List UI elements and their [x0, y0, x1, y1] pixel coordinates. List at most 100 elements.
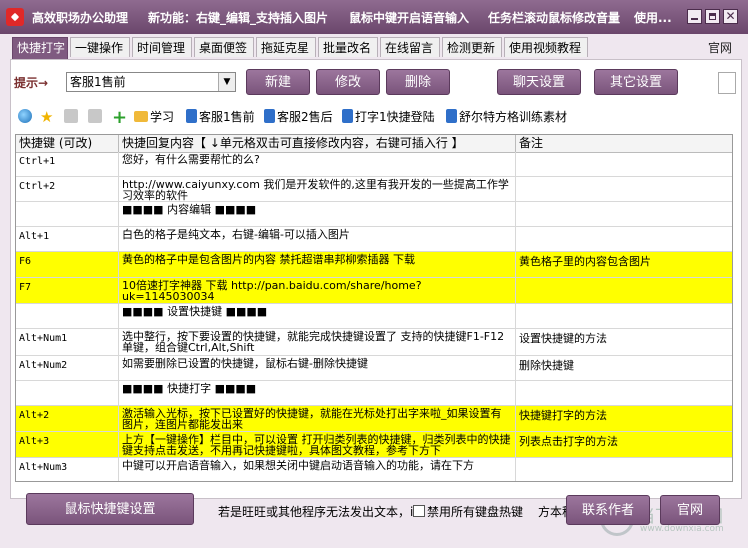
tab-time-management[interactable]: 时间管理: [132, 37, 192, 57]
close-icon[interactable]: ✕: [723, 9, 738, 24]
hotkey-cell[interactable]: [16, 304, 119, 328]
contact-author-button[interactable]: 联系作者: [566, 495, 650, 525]
note-cell[interactable]: [516, 227, 732, 251]
tab-online-message[interactable]: 在线留言: [380, 37, 440, 57]
hotkey-cell[interactable]: Alt+Num1: [16, 329, 119, 355]
table-row[interactable]: Ctrl+1 您好，有什么需要帮忙的么?: [16, 152, 732, 177]
table-row[interactable]: ■■■■ 内容编辑 ■■■■: [16, 202, 732, 227]
toolbar-item-schulte[interactable]: 舒尔特方格训练素材: [446, 108, 567, 126]
content-cell[interactable]: 10倍速打字神器 下载 http://pan.baidu.com/share/h…: [119, 278, 516, 303]
chevron-down-icon[interactable]: ▼: [218, 73, 235, 91]
hotkey-cell[interactable]: Alt+1: [16, 227, 119, 251]
globe-icon[interactable]: [18, 108, 34, 126]
note-cell[interactable]: [516, 278, 732, 303]
news-item-3[interactable]: 任务栏滚动鼠标修改音量: [488, 9, 620, 26]
toolbar-item-service1[interactable]: 客服1售前: [186, 108, 255, 126]
content-cell[interactable]: 黄色的格子中是包含图片的内容 禁托超谱串邦柳索插器 下载: [119, 252, 516, 277]
content-cell[interactable]: 中键可以开启语音输入，如果想关闭中键启动语音输入的功能，请在下方: [119, 458, 516, 481]
tab-desktop-notes[interactable]: 桌面便签: [194, 37, 254, 57]
other-settings-button[interactable]: 其它设置: [594, 69, 678, 95]
hotkey-cell[interactable]: Alt+Num3: [16, 458, 119, 481]
table-row[interactable]: F6 黄色的格子中是包含图片的内容 禁托超谱串邦柳索插器 下载 黄色格子里的内容包含…: [16, 252, 732, 278]
table-row[interactable]: Alt+Num2 如需要删除已设置的快捷键，鼠标右键-删除快捷键 删除快捷键: [16, 356, 732, 381]
note-cell[interactable]: 黄色格子里的内容包含图片: [516, 252, 732, 277]
book-icon: [342, 109, 353, 123]
table-row[interactable]: Alt+1 白色的格子是纯文本，右键-编辑-可以插入图片: [16, 227, 732, 252]
edit-button[interactable]: 修改: [316, 69, 380, 95]
note-cell[interactable]: 列表点击打字的方法: [516, 432, 732, 457]
table-header: 快捷键 (可改) 快捷回复内容【 ↓单元格双击可直接修改内容，右键可插入行 】 …: [16, 135, 732, 153]
table-row[interactable]: ■■■■ 设置快捷键 ■■■■: [16, 304, 732, 329]
tab-one-click[interactable]: 一键操作: [70, 37, 130, 57]
content-cell[interactable]: 上方【一键操作】栏目中，可以设置 打开归类列表的快捷键，归类列表中的快捷键支持点…: [119, 432, 516, 457]
tab-batch-rename[interactable]: 批量改名: [318, 37, 378, 57]
table-row[interactable]: Alt+Num1 选中整行，按下要设置的快捷键，就能完成快捷键设置了 支持的快捷键…: [16, 329, 732, 356]
official-site-button[interactable]: 官网: [660, 495, 720, 525]
bottom-info-text: 若是旺旺或其他程序无法发出文本，i: [218, 505, 414, 519]
hotkey-cell[interactable]: Alt+3: [16, 432, 119, 457]
hotkey-cell[interactable]: Alt+2: [16, 406, 119, 431]
minimize-icon[interactable]: [687, 9, 702, 24]
note-cell[interactable]: 快捷键打字的方法: [516, 406, 732, 431]
checkbox-icon[interactable]: [413, 505, 425, 517]
note-cell[interactable]: [516, 304, 732, 328]
table-row[interactable]: ■■■■ 快捷打字 ■■■■: [16, 381, 732, 406]
header-hotkey[interactable]: 快捷键 (可改): [16, 135, 119, 152]
category-select[interactable]: 客服1售前 ▼: [66, 72, 236, 92]
news-item-1[interactable]: 新功能：右键_编辑_支持插入图片: [148, 9, 328, 26]
header-note[interactable]: 备注: [516, 135, 732, 152]
table-row[interactable]: Ctrl+2 http://www.caiyunxy.com 我们是开发软件的,这…: [16, 177, 732, 202]
note-cell[interactable]: 设置快捷键的方法: [516, 329, 732, 355]
toolbar-item-service2[interactable]: 客服2售后: [264, 108, 333, 126]
content-cell[interactable]: http://www.caiyunxy.com 我们是开发软件的,这里有我开发的…: [119, 177, 516, 201]
hint-label: 提示→: [14, 76, 49, 90]
delete-button[interactable]: 删除: [386, 69, 450, 95]
note-cell[interactable]: 删除快捷键: [516, 356, 732, 380]
tab-video-tutorial[interactable]: 使用视频教程: [504, 37, 588, 57]
hotkey-cell[interactable]: Ctrl+1: [16, 152, 119, 176]
tab-check-update[interactable]: 检测更新: [442, 37, 502, 57]
hotkey-cell[interactable]: Ctrl+2: [16, 177, 119, 201]
star-icon[interactable]: ★: [40, 108, 55, 126]
side-input-box[interactable]: [718, 72, 736, 94]
tab-procrastination[interactable]: 拖延克星: [256, 37, 316, 57]
toolbar-item-study[interactable]: 学习: [134, 108, 174, 126]
note-cell[interactable]: [516, 458, 732, 481]
news-item-2[interactable]: 鼠标中键开启语音输入: [349, 9, 469, 26]
content-cell[interactable]: 白色的格子是纯文本，右键-编辑-可以插入图片: [119, 227, 516, 251]
tab-quick-typing[interactable]: 快捷打字: [12, 37, 68, 59]
hotkey-cell[interactable]: [16, 202, 119, 226]
official-site-link[interactable]: 官网: [708, 39, 732, 56]
hotkey-cell[interactable]: F7: [16, 278, 119, 303]
back-arrow-icon[interactable]: [64, 108, 80, 126]
forward-arrow-icon[interactable]: [88, 108, 104, 126]
note-cell[interactable]: [516, 381, 732, 405]
toolbar-item-typing-login[interactable]: 打字1快捷登陆: [342, 108, 435, 126]
disable-hotkeys-checkbox[interactable]: 禁用所有键盘热键: [413, 503, 523, 520]
add-icon[interactable]: +: [112, 108, 129, 127]
note-cell[interactable]: [516, 152, 732, 176]
news-item-4[interactable]: 使用...: [634, 9, 672, 26]
maximize-icon[interactable]: [705, 9, 720, 24]
hotkey-cell[interactable]: [16, 381, 119, 405]
content-cell[interactable]: ■■■■ 快捷打字 ■■■■: [119, 381, 516, 405]
content-cell[interactable]: 激活输入光标，按下已设置好的快捷键，就能在光标处打出字来啦_如果设置有图片，连图…: [119, 406, 516, 431]
mouse-hotkey-settings-button[interactable]: 鼠标快捷键设置: [26, 493, 194, 525]
content-cell[interactable]: ■■■■ 设置快捷键 ■■■■: [119, 304, 516, 328]
note-cell[interactable]: [516, 177, 732, 201]
header-content[interactable]: 快捷回复内容【 ↓单元格双击可直接修改内容，右键可插入行 】: [119, 135, 516, 152]
content-cell[interactable]: 选中整行，按下要设置的快捷键，就能完成快捷键设置了 支持的快捷键F1-F12单键…: [119, 329, 516, 355]
chat-settings-button[interactable]: 聊天设置: [497, 69, 581, 95]
table-row[interactable]: Alt+3 上方【一键操作】栏目中，可以设置 打开归类列表的快捷键，归类列表中的快…: [16, 432, 732, 458]
table-row[interactable]: Alt+Num3 中键可以开启语音输入，如果想关闭中键启动语音输入的功能，请在下方: [16, 458, 732, 481]
new-button[interactable]: 新建: [246, 69, 310, 95]
table-row[interactable]: F7 10倍速打字神器 下载 http://pan.baidu.com/share…: [16, 278, 732, 304]
note-cell[interactable]: [516, 202, 732, 226]
hotkey-cell[interactable]: F6: [16, 252, 119, 277]
content-cell[interactable]: ■■■■ 内容编辑 ■■■■: [119, 202, 516, 226]
hotkey-cell[interactable]: Alt+Num2: [16, 356, 119, 380]
book-icon: [264, 109, 275, 123]
table-row[interactable]: Alt+2 激活输入光标，按下已设置好的快捷键，就能在光标处打出字来啦_如果设置有…: [16, 406, 732, 432]
content-cell[interactable]: 您好，有什么需要帮忙的么?: [119, 152, 516, 176]
content-cell[interactable]: 如需要删除已设置的快捷键，鼠标右键-删除快捷键: [119, 356, 516, 380]
